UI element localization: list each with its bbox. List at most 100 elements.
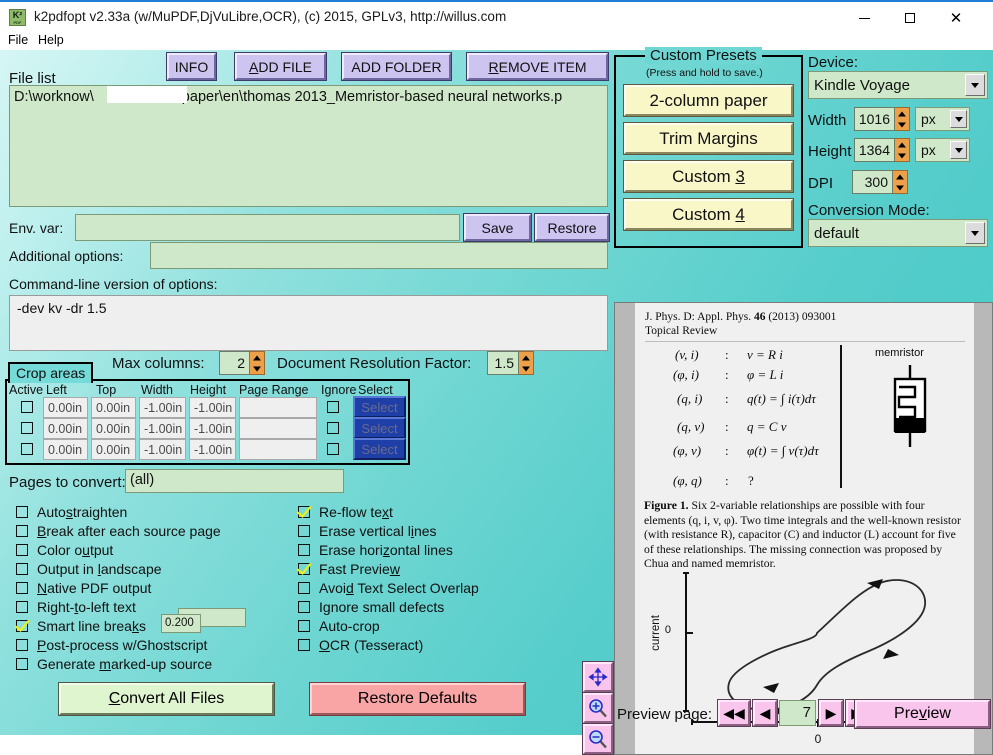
crop-width-field[interactable]: -1.00in bbox=[139, 418, 186, 439]
option-fast-preview[interactable]: Fast Preview bbox=[298, 561, 400, 577]
prev-page-button[interactable]: ◀ bbox=[753, 700, 777, 726]
preset-custom-4[interactable]: Custom 4 bbox=[624, 199, 793, 230]
first-page-button[interactable]: ◀◀ bbox=[718, 700, 750, 726]
option-right-to-left-text[interactable]: Right-to-left text bbox=[16, 599, 136, 615]
checkbox[interactable] bbox=[16, 620, 28, 632]
checkbox[interactable] bbox=[16, 544, 28, 556]
max-columns-arrows[interactable] bbox=[250, 351, 265, 375]
checkbox[interactable] bbox=[298, 601, 310, 613]
option-output-in-landscape[interactable]: Output in landscape bbox=[16, 561, 162, 577]
checkbox[interactable] bbox=[298, 525, 310, 537]
option-erase-horizontal-lines[interactable]: Erase horizontal lines bbox=[298, 542, 453, 558]
option-color-output[interactable]: Color output bbox=[16, 542, 113, 558]
max-columns-value[interactable]: 2 bbox=[219, 351, 250, 375]
checkbox[interactable] bbox=[298, 506, 310, 518]
crop-top-field[interactable]: 0.00in bbox=[91, 439, 136, 460]
crop-top-field[interactable]: 0.00in bbox=[91, 418, 136, 439]
chevron-down-icon[interactable] bbox=[950, 110, 967, 128]
file-list-box[interactable]: D:\worknow\ \paper\en\thomas 2013_Memrist… bbox=[9, 85, 608, 207]
menu-help[interactable]: Help bbox=[38, 33, 64, 47]
device-select[interactable]: Kindle Voyage bbox=[808, 71, 988, 99]
zoom-in-button[interactable] bbox=[583, 693, 613, 723]
checkbox[interactable] bbox=[16, 563, 28, 575]
pages-to-convert-input[interactable]: (all) bbox=[125, 469, 344, 493]
checkbox[interactable] bbox=[298, 563, 310, 575]
option-generate-marked-up-source[interactable]: Generate marked-up source bbox=[16, 656, 212, 672]
pan-tool-button[interactable] bbox=[583, 662, 613, 692]
add-folder-button[interactable]: ADD FOLDER bbox=[342, 53, 451, 80]
restore-button[interactable]: Restore bbox=[535, 214, 609, 241]
crop-row-active-checkbox[interactable] bbox=[21, 443, 33, 455]
crop-ignore-checkbox[interactable] bbox=[327, 422, 339, 434]
width-arrows[interactable] bbox=[895, 107, 910, 131]
crop-top-field[interactable]: 0.00in bbox=[91, 397, 136, 418]
command-line-box[interactable]: -dev kv -dr 1.5 bbox=[9, 295, 608, 351]
checkbox[interactable] bbox=[16, 639, 28, 651]
height-spinner[interactable]: 1364 bbox=[854, 138, 910, 162]
checkbox[interactable] bbox=[16, 582, 28, 594]
crop-left-field[interactable]: 0.00in bbox=[43, 439, 88, 460]
option-break-after-source-page[interactable]: Break after each source page bbox=[16, 523, 221, 539]
option-avoid-text-select-overlap[interactable]: Avoid Text Select Overlap bbox=[298, 580, 479, 596]
preset-trim-margins[interactable]: Trim Margins bbox=[624, 123, 793, 154]
maximize-button[interactable] bbox=[887, 2, 933, 34]
close-button[interactable]: ✕ bbox=[933, 2, 979, 34]
option-erase-vertical-lines[interactable]: Erase vertical lines bbox=[298, 523, 437, 539]
crop-ignore-checkbox[interactable] bbox=[327, 443, 339, 455]
width-value[interactable]: 1016 bbox=[854, 107, 895, 131]
crop-row-active-checkbox[interactable] bbox=[21, 401, 33, 413]
checkbox[interactable] bbox=[16, 525, 28, 537]
checkbox[interactable] bbox=[16, 506, 28, 518]
remove-item-button[interactable]: REMOVE ITEM bbox=[467, 53, 608, 80]
preset-custom-3[interactable]: Custom 3 bbox=[624, 161, 793, 192]
info-button[interactable]: INFO bbox=[167, 53, 216, 80]
minimize-button[interactable] bbox=[841, 2, 887, 34]
restore-defaults-button[interactable]: Restore Defaults bbox=[310, 683, 525, 715]
option-smart-line-breaks[interactable]: Smart line breaks bbox=[16, 618, 146, 634]
checkbox[interactable] bbox=[298, 582, 310, 594]
crop-left-field[interactable]: 0.00in bbox=[43, 418, 88, 439]
crop-width-field[interactable]: -1.00in bbox=[139, 439, 186, 460]
additional-options-input[interactable] bbox=[150, 242, 608, 269]
checkbox[interactable] bbox=[16, 601, 28, 613]
width-unit-select[interactable]: px bbox=[915, 107, 970, 131]
zoom-out-button[interactable] bbox=[583, 724, 613, 754]
option-native-pdf-output[interactable]: Native PDF output bbox=[16, 580, 151, 596]
conversion-mode-select[interactable]: default bbox=[808, 219, 988, 247]
crop-select-button[interactable]: Select bbox=[353, 438, 406, 460]
crop-row-active-checkbox[interactable] bbox=[21, 422, 33, 434]
checkbox[interactable] bbox=[298, 544, 310, 556]
option-auto-crop[interactable]: Auto-crop bbox=[298, 618, 380, 634]
max-columns-spinner[interactable]: 2 bbox=[219, 351, 265, 375]
next-page-button[interactable]: ▶ bbox=[819, 700, 843, 726]
chevron-down-icon[interactable] bbox=[965, 222, 985, 244]
add-file-button[interactable]: ADD FILE bbox=[235, 53, 326, 80]
crop-select-button[interactable]: Select bbox=[353, 396, 406, 418]
crop-page-range-field[interactable] bbox=[239, 439, 317, 460]
dpi-spinner[interactable]: 300 bbox=[852, 170, 908, 194]
crop-ignore-checkbox[interactable] bbox=[327, 401, 339, 413]
dpi-arrows[interactable] bbox=[893, 170, 908, 194]
preset-2-column-paper[interactable]: 2-column paper bbox=[624, 85, 793, 116]
convert-all-files-button[interactable]: Convert All Files bbox=[59, 683, 274, 715]
option-ignore-small-defects[interactable]: Ignore small defects bbox=[298, 599, 444, 615]
checkbox[interactable] bbox=[298, 620, 310, 632]
smart-line-breaks-value[interactable]: 0.200 bbox=[161, 614, 201, 633]
option-ocr-tesseract[interactable]: OCR (Tesseract) bbox=[298, 637, 423, 653]
checkbox[interactable] bbox=[298, 639, 310, 651]
option-post-process-ghostscript[interactable]: Post-process w/Ghostscript bbox=[16, 637, 207, 653]
preview-page-input[interactable]: 7 bbox=[779, 700, 816, 726]
doc-res-factor-spinner[interactable]: 1.5 bbox=[487, 351, 534, 375]
save-button[interactable]: Save bbox=[464, 214, 531, 241]
crop-height-field[interactable]: -1.00in bbox=[189, 397, 236, 418]
height-arrows[interactable] bbox=[895, 138, 910, 162]
crop-height-field[interactable]: -1.00in bbox=[189, 418, 236, 439]
checkbox[interactable] bbox=[16, 658, 28, 670]
chevron-down-icon[interactable] bbox=[950, 141, 967, 159]
crop-width-field[interactable]: -1.00in bbox=[139, 397, 186, 418]
height-value[interactable]: 1364 bbox=[854, 138, 895, 162]
width-spinner[interactable]: 1016 bbox=[854, 107, 910, 131]
option-autostraighten[interactable]: Autostraighten bbox=[16, 504, 127, 520]
dpi-value[interactable]: 300 bbox=[852, 170, 893, 194]
menu-file[interactable]: File bbox=[8, 33, 28, 47]
